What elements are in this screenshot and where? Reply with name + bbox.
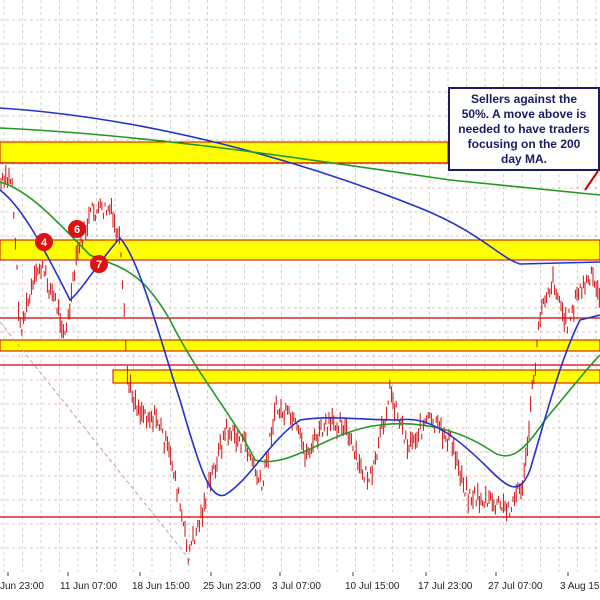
x-tick-label: 18 Jun 15:00 xyxy=(132,581,190,592)
x-tick-label: 17 Jul 23:00 xyxy=(418,581,473,592)
annotation-box: Sellers against the 50%. A move above is… xyxy=(448,87,600,171)
x-tick-label: 25 Jun 23:00 xyxy=(203,581,261,592)
diagonal-trend-line xyxy=(0,321,191,561)
x-tick-label: 3 Aug 15:00 xyxy=(560,581,600,592)
annotation-text: Sellers against the 50%. A move above is… xyxy=(458,91,590,166)
x-axis: Jun 23:00 11 Jun 07:00 18 Jun 15:00 25 Jun … xyxy=(0,572,600,600)
wave-marker-label: 7 xyxy=(96,259,102,271)
x-tick-label: 11 Jun 07:00 xyxy=(60,581,118,592)
wave-marker-label: 6 xyxy=(74,224,80,236)
wave-marker-label: 4 xyxy=(41,237,48,249)
x-tick-label: 3 Jul 07:00 xyxy=(272,581,321,592)
x-tick-label: 27 Jul 07:00 xyxy=(488,581,543,592)
support-resistance-zones xyxy=(0,141,600,384)
shaded-zone xyxy=(0,239,600,261)
x-tick-label: 10 Jul 15:00 xyxy=(345,581,400,592)
shaded-zone xyxy=(112,369,600,384)
shaded-zone xyxy=(0,339,600,352)
trend-line xyxy=(0,321,191,561)
x-tick-label: Jun 23:00 xyxy=(0,581,44,592)
